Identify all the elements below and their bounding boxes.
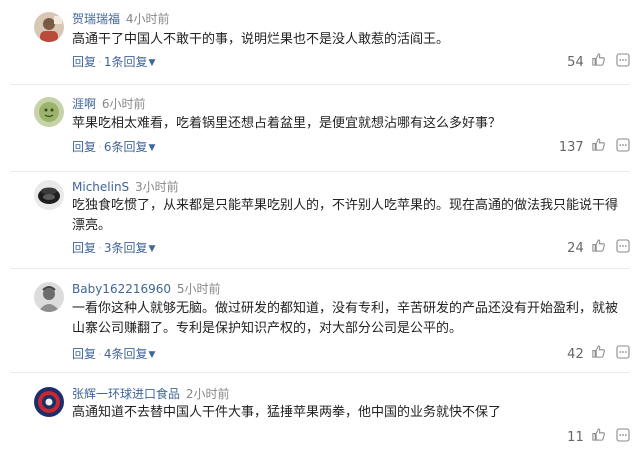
replies-count-label: 1条回复 (103, 55, 148, 69)
timestamp: 4小时前 (125, 12, 170, 26)
timestamp: 6小时前 (101, 97, 146, 111)
action-separator: · (98, 55, 102, 69)
comment-text: 苹果吃相太难看，吃着锅里还想占着盆里，是便宜就想沾哪有这么多好事？ (72, 116, 502, 131)
comment-item: 涯啊 6小时前 苹果吃相太难看，吃着锅里还想占着盆里，是便宜就想沾哪有这么多好事… (0, 87, 640, 172)
comment-text: 高通干了中国人不敢干的事，说明烂果也不是没人敢惹的活阎王。 (72, 32, 450, 47)
username[interactable]: MichelinS (72, 180, 129, 194)
username[interactable]: 贺瑞瑞福 (72, 12, 120, 26)
avatar[interactable] (34, 387, 64, 417)
chevron-down-icon: ▼ (148, 143, 156, 153)
chevron-down-icon: ▼ (148, 350, 156, 360)
action-separator: · (98, 347, 102, 361)
like-area: 42 (567, 344, 630, 364)
like-count: 11 (567, 430, 584, 445)
more-square-icon[interactable] (616, 137, 630, 159)
avatar[interactable] (34, 97, 64, 127)
comment-actions: 回复 · 4条回复▼ (72, 345, 155, 363)
divider (10, 84, 630, 85)
comment-item: MichelinS 3小时前 吃独食吃惯了，从来都是只能苹果吃别人的，不许别人吃… (0, 172, 640, 269)
comment-text: 一看你这种人就够无脑。做过研发的都知道，没有专利，辛苦研发的产品还没有开始盈利，… (72, 301, 619, 336)
comment-actions: 回复 · 3条回复▼ (72, 239, 155, 257)
comment-item: 张辉一环球进口食品 2小时前 高通知道不去替中国人干件大事，猛捶苹果两拳，他中国… (0, 375, 640, 453)
like-area: 54 (567, 52, 630, 72)
like-area: 11 (567, 427, 630, 447)
comment-meta: Baby162216960 5小时前 (72, 280, 221, 298)
reply-button[interactable]: 回复 (72, 347, 96, 361)
chevron-down-icon: ▼ (148, 58, 156, 68)
view-replies-button[interactable]: 6条回复▼ (104, 140, 156, 154)
comment-actions: 回复 · 6条回复▼ (72, 138, 155, 156)
view-replies-button[interactable]: 1条回复▼ (104, 55, 156, 69)
avatar-image (34, 97, 64, 127)
divider (10, 268, 630, 269)
thumbs-up-icon[interactable] (591, 427, 606, 449)
avatar-image (34, 180, 64, 210)
like-count: 54 (567, 55, 584, 70)
thumbs-up-icon[interactable] (591, 137, 606, 159)
avatar-image (34, 12, 64, 42)
username[interactable]: 涯啊 (72, 97, 96, 111)
avatar[interactable] (34, 282, 64, 312)
replies-count-label: 3条回复 (103, 241, 148, 255)
more-square-icon[interactable] (616, 238, 630, 260)
action-separator: · (98, 241, 102, 255)
replies-count-label: 6条回复 (103, 140, 148, 154)
view-replies-button[interactable]: 4条回复▼ (104, 347, 156, 361)
like-count: 42 (567, 347, 584, 362)
like-count: 24 (567, 241, 584, 256)
divider (10, 372, 630, 373)
username[interactable]: Baby162216960 (72, 282, 171, 296)
timestamp: 2小时前 (185, 387, 230, 401)
thumbs-up-icon[interactable] (591, 238, 606, 260)
comment-meta: 贺瑞瑞福 4小时前 (72, 10, 169, 28)
like-area: 137 (559, 137, 630, 157)
comment-item: Baby162216960 5小时前 一看你这种人就够无脑。做过研发的都知道，没… (0, 270, 640, 374)
view-replies-button[interactable]: 3条回复▼ (104, 241, 156, 255)
avatar-image (34, 387, 64, 417)
action-separator: · (98, 140, 102, 154)
more-square-icon[interactable] (616, 344, 630, 366)
like-count: 137 (558, 140, 584, 155)
timestamp: 3小时前 (135, 180, 179, 194)
avatar-image (34, 282, 64, 312)
like-area: 24 (567, 238, 630, 258)
avatar[interactable] (34, 12, 64, 42)
comment-text: 高通知道不去替中国人干件大事，猛捶苹果两拳，他中国的业务就快不保了 (72, 405, 502, 420)
replies-count-label: 4条回复 (103, 347, 148, 361)
thumbs-up-icon[interactable] (591, 344, 606, 366)
timestamp: 5小时前 (176, 282, 221, 296)
reply-button[interactable]: 回复 (72, 241, 96, 255)
comment-item: 贺瑞瑞福 4小时前 高通干了中国人不敢干的事，说明烂果也不是没人敢惹的活阎王。 … (0, 0, 640, 86)
more-square-icon[interactable] (616, 52, 630, 74)
comment-meta: 涯啊 6小时前 (72, 95, 145, 113)
more-square-icon[interactable] (616, 427, 630, 449)
avatar[interactable] (34, 180, 64, 210)
comment-actions: 回复 · 1条回复▼ (72, 53, 155, 71)
reply-button[interactable]: 回复 (72, 55, 96, 69)
chevron-down-icon: ▼ (148, 244, 156, 254)
username[interactable]: 张辉一环球进口食品 (72, 387, 180, 401)
comment-text: 吃独食吃惯了，从来都是只能苹果吃别人的，不许别人吃苹果的。现在高通的做法我只能说… (72, 198, 619, 233)
comment-meta: MichelinS 3小时前 (72, 178, 179, 196)
comment-list: 贺瑞瑞福 4小时前 高通干了中国人不敢干的事，说明烂果也不是没人敢惹的活阎王。 … (0, 0, 640, 453)
thumbs-up-icon[interactable] (591, 52, 606, 74)
comment-meta: 张辉一环球进口食品 2小时前 (72, 385, 229, 403)
reply-button[interactable]: 回复 (72, 140, 96, 154)
